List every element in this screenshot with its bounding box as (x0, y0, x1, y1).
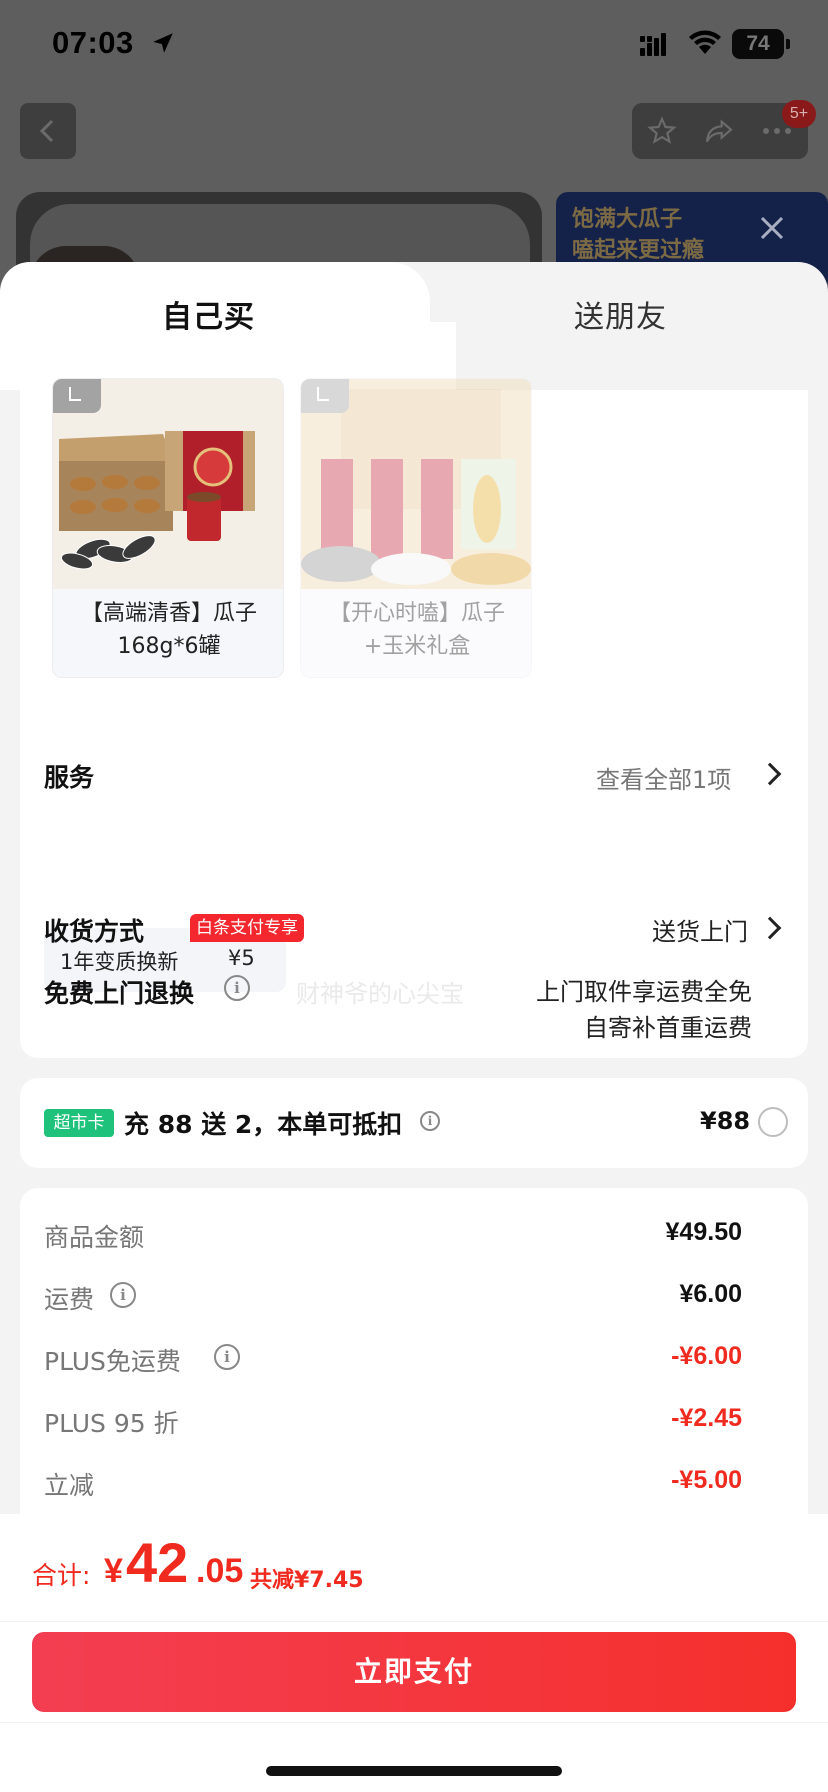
zoom-corner-icon[interactable] (301, 379, 349, 413)
watermark: 财神爷的心尖宝 (296, 980, 464, 1008)
total-label: 合计: (32, 1561, 91, 1590)
fee-value: -¥5.00 (671, 1466, 742, 1494)
fee-label: PLUS 95 折 (44, 1409, 179, 1438)
status-bar: 07:03 74 (0, 0, 828, 92)
checkout-footer: 合计: ¥ 42 .05 共减¥7.45 立即支付 (0, 1514, 828, 1792)
ad-line: 饱满大瓜子 (572, 207, 683, 232)
supermarket-card-tag: 超市卡 (44, 1109, 114, 1137)
total-amount-integer: 42 (126, 1531, 189, 1594)
wifi-icon (689, 30, 721, 54)
service-title: 服务 (44, 763, 95, 792)
info-icon[interactable]: i (420, 1111, 440, 1131)
chevron-right-icon[interactable] (758, 916, 782, 940)
product-name: 【高端清香】瓜子 168g*6罐 (53, 597, 283, 663)
service-view-all[interactable]: 查看全部1项 (596, 760, 731, 795)
status-time: 07:03 (52, 25, 134, 60)
fee-label: 商品金额 (44, 1223, 145, 1252)
chevron-right-icon[interactable] (758, 762, 782, 786)
info-icon[interactable]: i (214, 1344, 240, 1370)
fee-label: PLUS免运费 (44, 1347, 181, 1376)
more-icon[interactable] (762, 127, 792, 135)
fee-value: -¥2.45 (671, 1404, 742, 1432)
star-icon[interactable] (646, 115, 678, 147)
fee-breakdown-card: 商品金额 ¥49.50 运费 i ¥6.00 PLUS免运费 i -¥6.00 … (20, 1188, 808, 1528)
divider (0, 1621, 828, 1622)
info-icon[interactable]: i (224, 975, 250, 1001)
delivery-title: 收货方式 (44, 917, 145, 946)
returns-line-2: 自寄补首重运费 (584, 1014, 752, 1042)
fee-label: 立减 (44, 1471, 95, 1500)
share-icon[interactable] (702, 115, 736, 147)
fee-value: -¥6.00 (671, 1342, 742, 1370)
background-ad-text: 饱满大瓜子 嗑起来更过瘾 (572, 204, 704, 266)
product-name: 【开心时嗑】瓜子 +玉米礼盒 (301, 597, 531, 663)
supermarket-card-radio[interactable] (758, 1107, 788, 1137)
product-image (53, 379, 283, 589)
returns-line-1: 上门取件享运费全免 (536, 978, 752, 1006)
supermarket-card-text: 充 88 送 2，本单可抵扣 (124, 1110, 403, 1139)
tab-self-buy-label[interactable]: 自己买 (162, 292, 255, 336)
fee-value: ¥6.00 (679, 1280, 742, 1308)
close-icon[interactable] (758, 214, 786, 242)
product-option-2[interactable]: 【开心时嗑】瓜子 +玉米礼盒 (300, 378, 532, 678)
product-option-1[interactable]: 【高端清香】瓜子 168g*6罐 (52, 378, 284, 678)
product-name-line: 168g*6罐 (117, 634, 221, 659)
cellular-signal-icon (640, 33, 666, 56)
back-button[interactable] (20, 103, 76, 159)
service-option-name: 1年变质换新 (60, 950, 179, 974)
battery-icon: 74 (732, 29, 790, 59)
product-image (301, 379, 531, 589)
cart-badge: 5+ (782, 100, 816, 128)
total-currency: ¥ (104, 1552, 123, 1590)
divider (0, 1722, 828, 1723)
fee-label: 运费 (44, 1285, 95, 1314)
info-icon[interactable]: i (110, 1282, 136, 1308)
pay-now-button[interactable]: 立即支付 (32, 1632, 796, 1712)
location-arrow-icon (153, 33, 173, 53)
chevron-left-icon (39, 119, 54, 143)
product-name-line: 【开心时嗑】瓜子 (328, 601, 505, 626)
product-name-line: +玉米礼盒 (363, 634, 471, 659)
total-amount-decimal: .05 (196, 1552, 244, 1590)
tab-gift-friend-label[interactable]: 送朋友 (574, 292, 667, 336)
zoom-corner-icon[interactable] (53, 379, 101, 413)
service-option-price: ¥5 (228, 946, 255, 970)
delivery-value[interactable]: 送货上门 (652, 912, 748, 947)
product-name-line: 【高端清香】瓜子 (80, 601, 257, 626)
order-details-card: 【高端清香】瓜子 168g*6罐 【开心时嗑】瓜子 +玉米礼盒 服务 查看全部1… (20, 378, 808, 1058)
service-option-tag: 白条支付专享 (190, 914, 304, 942)
total-saving: 共减¥7.45 (250, 1568, 364, 1593)
returns-title: 免费上门退换 (44, 979, 195, 1008)
fee-value: ¥49.50 (665, 1218, 742, 1246)
supermarket-card-price: ¥88 (700, 1107, 751, 1135)
supermarket-card-row[interactable]: 超市卡 充 88 送 2，本单可抵扣 i ¥88 (20, 1078, 808, 1168)
home-indicator[interactable] (266, 1766, 562, 1776)
